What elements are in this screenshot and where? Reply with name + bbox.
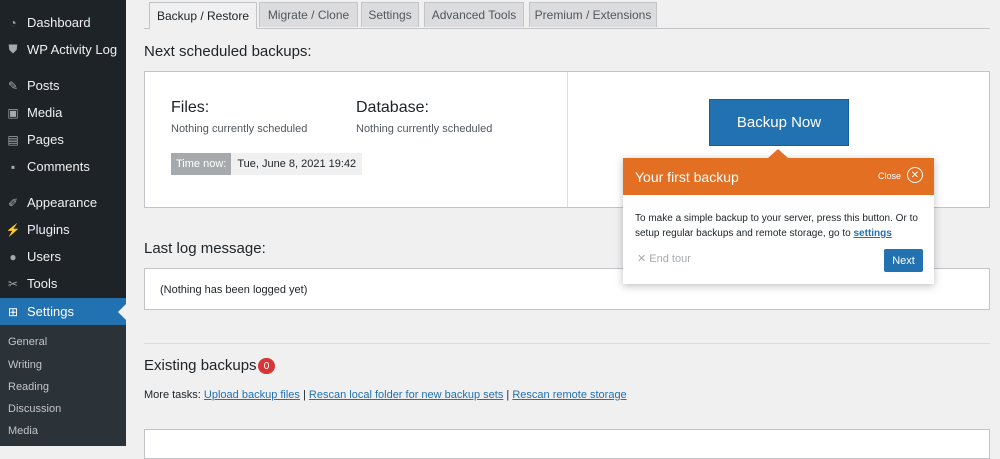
tab-migrate-clone[interactable]: Migrate / Clone (259, 2, 358, 27)
sidebar-item-comments[interactable]: ▪ Comments (0, 153, 126, 180)
sidebar-item-wp-activity-log[interactable]: ⛊ WP Activity Log (0, 36, 126, 63)
admin-sidebar: ◔ Dashboard ⛊ WP Activity Log ✎ Posts ▣ Medi… (0, 0, 126, 446)
database-label: Database: (356, 99, 429, 116)
files-label: Files: (171, 99, 210, 116)
end-tour-button[interactable]: ✕ End tour (637, 252, 691, 265)
close-icon[interactable]: ✕ (907, 167, 923, 183)
settings-icon: ⊞ (7, 304, 19, 319)
sidebar-item-label: WP Activity Log (27, 42, 118, 57)
plug-icon: ⚡ (5, 222, 21, 237)
panel-divider (567, 72, 568, 207)
rescan-remote-storage-link[interactable]: Rescan remote storage (512, 389, 626, 401)
x-icon: ✕ (637, 253, 647, 265)
sidebar-item-dashboard[interactable]: ◔ Dashboard (0, 9, 126, 36)
submenu-item-general[interactable]: General (8, 336, 47, 348)
sidebar-item-plugins[interactable]: ⚡ Plugins (0, 216, 126, 243)
comments-icon: ▪ (10, 159, 16, 174)
tour-popup: Your first backup Close ✕ To make a simp… (623, 149, 934, 284)
more-tasks: More tasks: Upload backup files | Rescan… (144, 389, 627, 401)
sidebar-item-label: Appearance (27, 195, 98, 210)
sidebar-item-posts[interactable]: ✎ Posts (0, 72, 126, 99)
users-icon: ● (9, 249, 17, 264)
submenu-item-writing[interactable]: Writing (8, 359, 42, 371)
sidebar-item-pages[interactable]: ▤ Pages (0, 126, 126, 153)
settings-submenu: General Writing Reading Discussion Media (0, 325, 126, 446)
sidebar-item-appearance[interactable]: ✐ Appearance (0, 189, 126, 216)
sidebar-item-users[interactable]: ● Users (0, 243, 126, 270)
tour-header: Your first backup Close ✕ (623, 158, 934, 195)
time-now-label: Time now: (171, 153, 232, 175)
shield-icon: ⛊ (8, 42, 18, 56)
sidebar-item-label: Settings (27, 304, 74, 319)
end-tour-label: End tour (649, 253, 691, 265)
tour-settings-link[interactable]: settings (853, 228, 891, 239)
sidebar-item-media[interactable]: ▣ Media (0, 99, 126, 126)
sidebar-item-label: Media (27, 105, 63, 120)
time-now: Time now: Tue, June 8, 2021 19:42 (171, 153, 363, 175)
tour-close-label[interactable]: Close (878, 171, 901, 181)
existing-backups-table (144, 429, 990, 459)
sidebar-item-label: Comments (27, 159, 90, 174)
sidebar-item-tools[interactable]: ✂ Tools (0, 270, 126, 297)
sidebar-item-label: Pages (27, 132, 64, 147)
tour-body: To make a simple backup to your server, … (635, 211, 925, 241)
backup-now-button[interactable]: Backup Now (709, 99, 849, 146)
media-icon: ▣ (7, 105, 19, 120)
submenu-item-discussion[interactable]: Discussion (8, 403, 61, 415)
submenu-item-media[interactable]: Media (8, 425, 38, 437)
nav-tabs: Backup / Restore Migrate / Clone Setting… (144, 0, 990, 29)
sidebar-item-label: Plugins (27, 222, 70, 237)
sidebar-item-settings[interactable]: ⊞ Settings (0, 298, 126, 325)
brush-icon: ✐ (7, 195, 19, 210)
database-status: Nothing currently scheduled (356, 123, 493, 135)
existing-backups-heading: Existing backups (144, 357, 257, 374)
sidebar-item-label: Posts (27, 78, 60, 93)
tab-settings[interactable]: Settings (361, 2, 419, 27)
sidebar-item-label: Dashboard (27, 15, 91, 30)
pin-icon: ✎ (7, 78, 19, 93)
sidebar-item-label: Users (27, 249, 61, 264)
wrench-icon: ✂ (7, 276, 19, 291)
files-status: Nothing currently scheduled (171, 123, 308, 135)
upload-backup-files-link[interactable]: Upload backup files (204, 389, 300, 401)
tour-pointer-arrow (768, 149, 788, 158)
time-now-value: Tue, June 8, 2021 19:42 (231, 153, 363, 175)
submenu-item-reading[interactable]: Reading (8, 381, 49, 393)
tab-premium-extensions[interactable]: Premium / Extensions (529, 2, 657, 27)
tour-next-button[interactable]: Next (884, 249, 923, 272)
tab-advanced-tools[interactable]: Advanced Tools (424, 2, 524, 27)
dashboard-icon: ◔ (9, 15, 17, 30)
log-heading: Last log message: (144, 240, 266, 257)
section-divider (144, 343, 990, 344)
log-message: (Nothing has been logged yet) (160, 284, 308, 296)
rescan-local-folder-link[interactable]: Rescan local folder for new backup sets (309, 389, 503, 401)
tab-backup-restore[interactable]: Backup / Restore (149, 2, 257, 29)
tour-title: Your first backup (635, 169, 739, 185)
sidebar-item-label: Tools (27, 276, 58, 291)
backup-count-badge: 0 (258, 358, 275, 374)
scheduled-heading: Next scheduled backups: (144, 43, 312, 60)
more-tasks-label: More tasks: (144, 389, 201, 401)
pages-icon: ▤ (7, 132, 19, 147)
